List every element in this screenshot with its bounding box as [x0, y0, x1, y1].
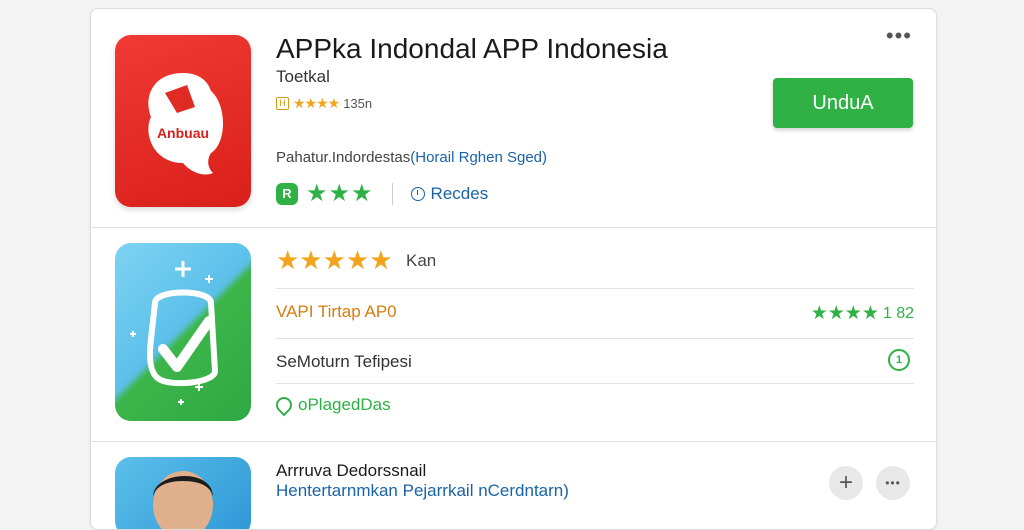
- person-avatar-graphic: [153, 471, 213, 529]
- app2-logo-graphic: [130, 261, 219, 405]
- tag-icon: [272, 393, 296, 417]
- app2-row1-label[interactable]: VAPI Tirtap AP0: [276, 302, 397, 322]
- app2-row3-label: oPlagedDas: [298, 395, 391, 414]
- info-icon[interactable]: 1: [888, 349, 910, 371]
- app2-rating-stars: ★★★★★: [276, 245, 393, 275]
- app3-name: Arrruva Dedorssnail: [276, 461, 427, 480]
- app1-rating-stars: ★★★★: [293, 95, 340, 111]
- app2-row2-label[interactable]: SeMoturn Tefipesi: [276, 352, 412, 372]
- editor-badge-icon: R: [276, 182, 298, 205]
- app1-desc-text: Pahatur.Indordestas: [276, 149, 411, 166]
- app-listing-card: ••• Anbuau APPka Indondal APP Indonesia …: [90, 8, 937, 530]
- row-divider: [276, 288, 914, 289]
- app1-badge-row: R ★★★ Recdes: [276, 179, 488, 208]
- app1-icon[interactable]: Anbuau: [115, 35, 251, 207]
- app1-rating-count: 135n: [343, 96, 373, 111]
- more-icon[interactable]: •••: [876, 466, 910, 500]
- app1-logo-graphic: Anbuau: [148, 73, 223, 175]
- reviews-link[interactable]: Recdes: [410, 183, 489, 204]
- reviews-label: Recdes: [430, 183, 489, 203]
- app2-kan-label: Kan: [406, 251, 437, 270]
- section-divider: [91, 227, 936, 228]
- app1-rating-row: H ★★★★ 135n: [276, 95, 372, 112]
- app1-title: APPka Indondal APP Indonesia: [276, 33, 668, 64]
- app2-icon[interactable]: [115, 243, 251, 421]
- app1-icon-text: Anbuau: [157, 125, 209, 141]
- app2-row1-value: 1 82: [882, 304, 914, 322]
- app1-description: Pahatur.Indordestas(Horail Rghen Sged): [276, 149, 547, 166]
- row-divider: [276, 338, 914, 339]
- app3-avatar[interactable]: [115, 457, 251, 529]
- add-button[interactable]: +: [829, 466, 863, 500]
- content-rating-icon: H: [276, 97, 289, 110]
- app1-developer[interactable]: Toetkal: [276, 67, 330, 87]
- section-divider: [91, 441, 936, 442]
- app1-desc-link[interactable]: (Horail Rghen Sged): [410, 149, 547, 166]
- app3-subtitle[interactable]: Hentertarnmkan Pejarrkail nCerdntarn): [276, 481, 569, 501]
- install-button[interactable]: UnduA: [773, 78, 913, 128]
- app2-row1-rating: ★★★★ 1 82: [811, 302, 914, 325]
- divider: [391, 182, 393, 205]
- app2-row1-stars: ★★★★: [810, 303, 879, 324]
- row-divider: [276, 383, 914, 384]
- clock-icon: [410, 186, 425, 201]
- more-options-icon[interactable]: •••: [886, 25, 912, 47]
- app1-green-stars: ★★★: [306, 180, 374, 207]
- app2-row3[interactable]: oPlagedDas: [272, 393, 391, 417]
